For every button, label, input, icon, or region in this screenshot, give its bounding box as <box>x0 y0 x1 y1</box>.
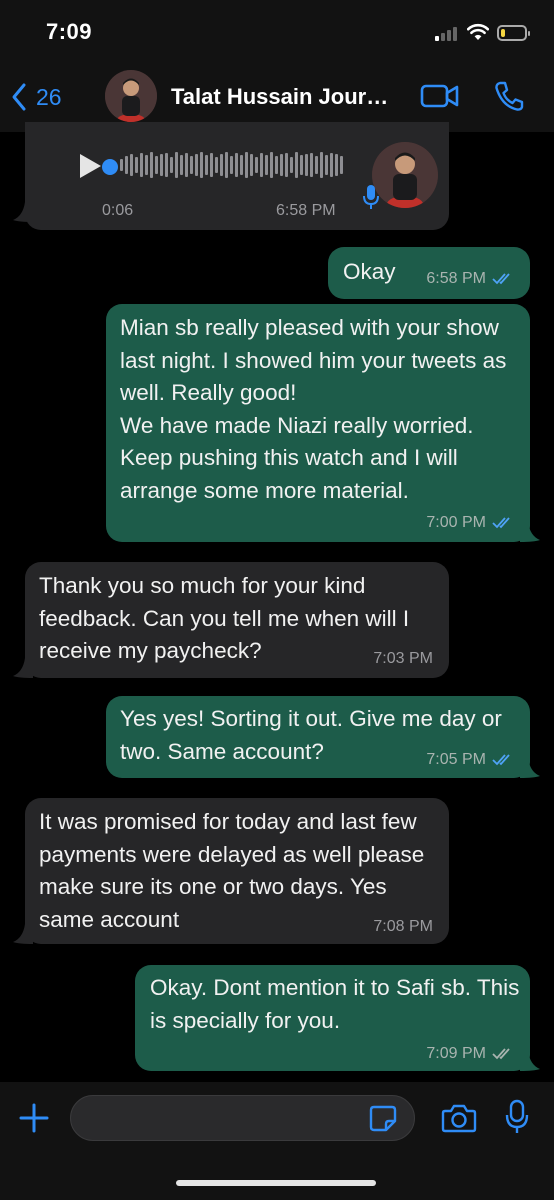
incoming-message[interactable]: It was promised for today and last few p… <box>13 798 449 944</box>
battery-level <box>501 29 505 37</box>
message-text: Okay. Dont mention it to Safi sb. This i… <box>150 975 520 1033</box>
home-indicator[interactable] <box>176 1180 376 1186</box>
video-camera-icon[interactable] <box>420 82 460 110</box>
status-time: 7:09 <box>46 19 93 44</box>
message-time: 7:05 PM <box>426 751 486 768</box>
delivered-receipt-icon <box>492 1048 510 1060</box>
message-time: 7:09 PM <box>426 1045 486 1062</box>
message-time: 7:08 PM <box>373 918 433 935</box>
incoming-message[interactable]: Thank you so much for your kind feedback… <box>13 562 449 678</box>
message-meta: 7:00 PM <box>426 514 514 532</box>
voice-message[interactable]: 0:06 6:58 PM <box>13 122 449 230</box>
back-button[interactable]: 26 <box>10 82 62 112</box>
plus-icon[interactable] <box>18 1102 50 1134</box>
microphone-icon[interactable] <box>505 1099 529 1135</box>
bubble-tail <box>13 658 33 678</box>
bubble-tail <box>520 522 540 542</box>
contact-avatar[interactable] <box>105 70 157 122</box>
message-text: Thank you so much for your kind feedback… <box>39 573 410 663</box>
message-meta: 6:58 PM <box>426 270 514 288</box>
avatar-image <box>105 70 157 122</box>
contact-name[interactable]: Talat Hussain Jour… <box>171 84 388 110</box>
cellular-signal-icon <box>435 27 461 41</box>
voice-duration: 0:06 <box>102 202 134 219</box>
message-time: 6:58 PM <box>426 270 486 287</box>
battery-icon <box>497 25 530 41</box>
message-list[interactable]: 0:06 6:58 PM Okay 6:58 PM Mian sb really… <box>0 122 554 1082</box>
outgoing-message[interactable]: Okay. Dont mention it to Safi sb. This i… <box>135 965 540 1071</box>
input-bar <box>0 1082 554 1200</box>
message-meta: 7:08 PM <box>373 918 433 936</box>
outgoing-message[interactable]: Yes yes! Sorting it out. Give me day or … <box>106 696 540 778</box>
unread-count: 26 <box>36 83 62 110</box>
message-meta: 7:05 PM <box>426 751 514 769</box>
read-receipt-icon <box>492 517 510 529</box>
play-icon[interactable] <box>77 152 103 180</box>
microphone-icon <box>363 185 379 209</box>
outgoing-message[interactable]: Mian sb really pleased with your show la… <box>106 304 540 542</box>
message-time: 6:58 PM <box>276 202 336 219</box>
avatar-image <box>372 142 438 208</box>
status-bar: 7:09 <box>0 0 554 60</box>
message-input[interactable] <box>70 1095 415 1141</box>
message-meta: 7:09 PM <box>426 1045 514 1063</box>
message-meta: 7:03 PM <box>373 650 433 668</box>
message-time: 7:00 PM <box>426 514 486 531</box>
read-receipt-icon <box>492 273 510 285</box>
voice-waveform <box>120 150 344 180</box>
message-text: Mian sb really pleased with your show la… <box>120 315 507 503</box>
message-text: Okay <box>343 259 396 284</box>
voice-scrubber[interactable] <box>102 159 118 175</box>
message-text: It was promised for today and last few p… <box>39 809 425 932</box>
message-time: 7:03 PM <box>373 650 433 667</box>
camera-icon[interactable] <box>441 1102 477 1134</box>
bubble-tail <box>520 1051 540 1071</box>
chevron-left-icon <box>12 83 26 111</box>
sticker-icon[interactable] <box>369 1104 397 1132</box>
bubble-tail <box>13 924 33 944</box>
outgoing-message[interactable]: Okay 6:58 PM <box>328 247 530 299</box>
wifi-icon <box>467 23 489 40</box>
sender-avatar <box>372 142 438 208</box>
read-receipt-icon <box>492 754 510 766</box>
bubble-tail <box>13 202 33 222</box>
bubble-tail <box>520 758 540 778</box>
phone-icon[interactable] <box>494 80 524 112</box>
